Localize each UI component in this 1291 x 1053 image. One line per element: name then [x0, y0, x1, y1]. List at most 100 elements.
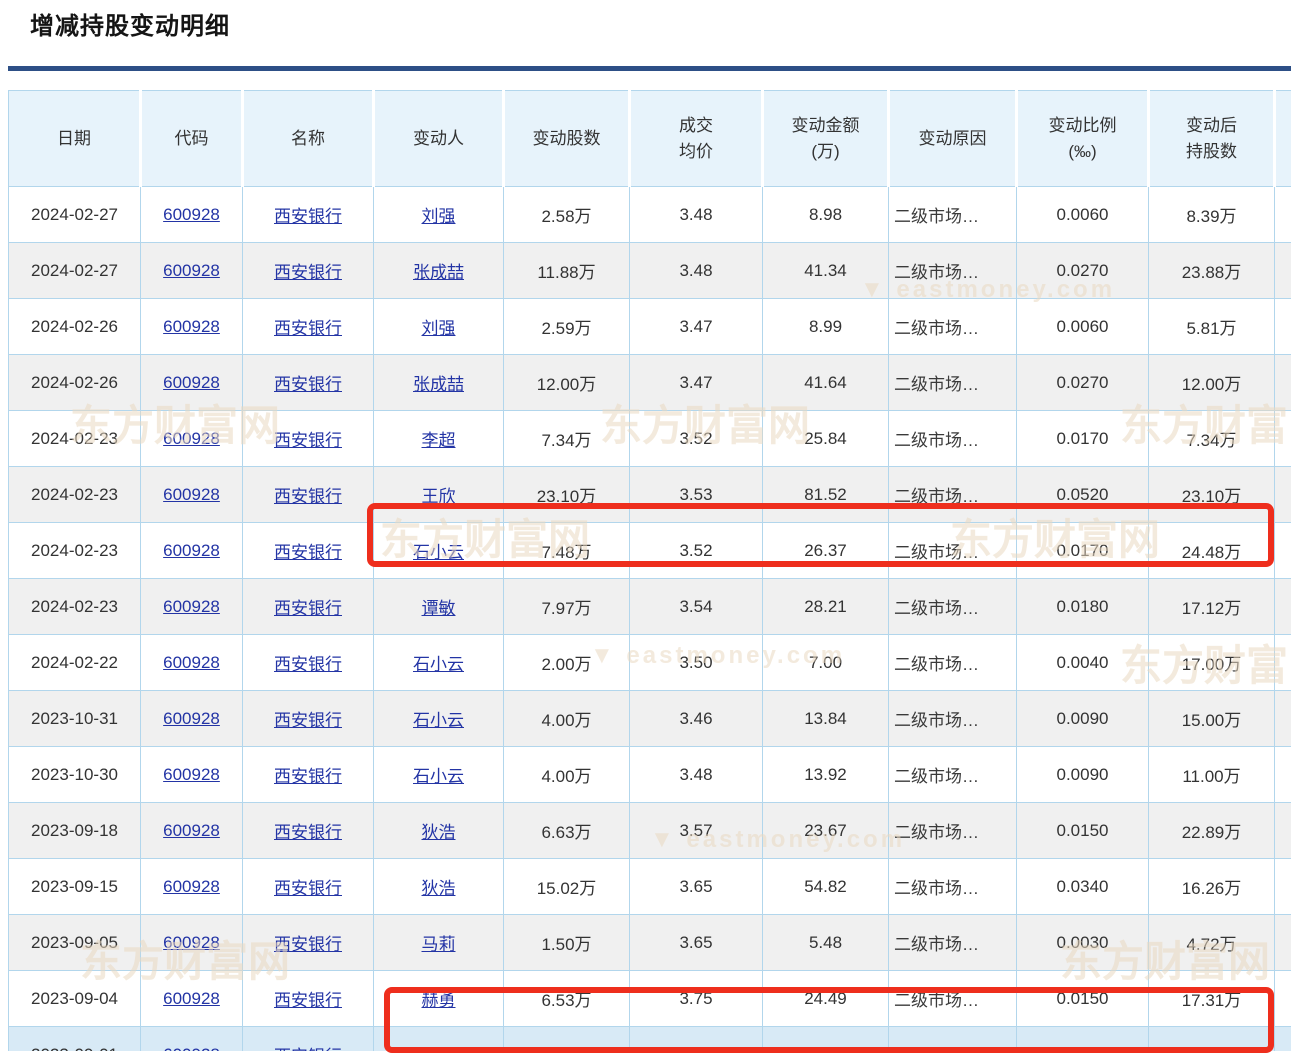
- table-row: 2023-09-18600928西安银行狄浩6.63万3.5723.67二级市场…: [9, 803, 1291, 859]
- cell-price: 3.47: [630, 299, 763, 355]
- name-link[interactable]: 西安银行: [274, 543, 342, 562]
- cell-code: 600928: [141, 579, 243, 635]
- cell-price: 3.57: [630, 803, 763, 859]
- cell-after: 22.89万: [1149, 803, 1275, 859]
- person-link[interactable]: 石小云: [413, 543, 464, 562]
- name-link[interactable]: 西安银行: [274, 1047, 342, 1051]
- name-link[interactable]: 西安银行: [274, 711, 342, 730]
- code-link[interactable]: 600928: [163, 877, 220, 896]
- cell-person: 张成喆: [374, 243, 504, 299]
- person-link[interactable]: 赫勇: [422, 991, 456, 1010]
- column-header-label: 变动金额: [765, 113, 886, 139]
- name-link[interactable]: 西安银行: [274, 319, 342, 338]
- cell-name: 西安银行: [243, 411, 374, 467]
- cell-after: 7.34万: [1149, 411, 1275, 467]
- cell-clip: [1275, 411, 1291, 467]
- cell-code: 600928: [141, 467, 243, 523]
- code-link[interactable]: 600928: [163, 933, 220, 952]
- cell-clip: [1275, 523, 1291, 579]
- cell-code: 600928: [141, 411, 243, 467]
- cell-after: 15.00万: [1149, 691, 1275, 747]
- code-link[interactable]: 600928: [163, 597, 220, 616]
- code-link[interactable]: 600928: [163, 541, 220, 560]
- cell-shares: 7.97万: [504, 579, 630, 635]
- code-link[interactable]: 600928: [163, 1045, 220, 1052]
- cell-code: 600928: [141, 243, 243, 299]
- name-link[interactable]: 西安银行: [274, 823, 342, 842]
- cell-date: 2024-02-27: [9, 187, 141, 243]
- cell-shares: 12.00万: [504, 355, 630, 411]
- cell-ratio: 0.0270: [1017, 355, 1149, 411]
- cell-amount: 54.82: [763, 859, 889, 915]
- person-link[interactable]: 谭敏: [422, 599, 456, 618]
- code-link[interactable]: 600928: [163, 485, 220, 504]
- person-link[interactable]: 狄浩: [422, 879, 456, 898]
- code-link[interactable]: 600928: [163, 765, 220, 784]
- person-link[interactable]: 狄浩: [422, 823, 456, 842]
- person-link[interactable]: 刘强: [422, 207, 456, 226]
- person-link[interactable]: 石小云: [413, 1047, 464, 1051]
- code-link[interactable]: 600928: [163, 261, 220, 280]
- name-link[interactable]: 西安银行: [274, 207, 342, 226]
- name-link[interactable]: 西安银行: [274, 655, 342, 674]
- column-header-clip: [1275, 91, 1291, 187]
- header-row: 日期代码名称变动人变动股数成交均价变动金额(万)变动原因变动比例(‰)变动后持股…: [9, 91, 1291, 187]
- cell-after: 24.48万: [1149, 523, 1275, 579]
- code-link[interactable]: 600928: [163, 989, 220, 1008]
- code-link[interactable]: 600928: [163, 205, 220, 224]
- person-link[interactable]: 王欣: [422, 487, 456, 506]
- page: 增减持股变动明细 日期代码名称变动人变动股数成交均价变动金额(万)变动原因变动比…: [0, 0, 1291, 1053]
- cell-shares: 4.00万: [504, 691, 630, 747]
- name-link[interactable]: 西安银行: [274, 431, 342, 450]
- cell-ratio: 0.0270: [1017, 243, 1149, 299]
- person-link[interactable]: 张成喆: [413, 375, 464, 394]
- code-link[interactable]: 600928: [163, 429, 220, 448]
- code-link[interactable]: 600928: [163, 821, 220, 840]
- cell-code: 600928: [141, 1027, 243, 1052]
- person-link[interactable]: 张成喆: [413, 263, 464, 282]
- cell-ratio: 0.0090: [1017, 691, 1149, 747]
- person-link[interactable]: 石小云: [413, 711, 464, 730]
- cell-clip: [1275, 299, 1291, 355]
- name-link[interactable]: 西安银行: [274, 767, 342, 786]
- cell-date: 2024-02-23: [9, 579, 141, 635]
- code-link[interactable]: 600928: [163, 373, 220, 392]
- cell-amount: 13.92: [763, 747, 889, 803]
- person-link[interactable]: 石小云: [413, 655, 464, 674]
- table-header: 日期代码名称变动人变动股数成交均价变动金额(万)变动原因变动比例(‰)变动后持股…: [9, 91, 1291, 187]
- name-link[interactable]: 西安银行: [274, 487, 342, 506]
- name-link[interactable]: 西安银行: [274, 935, 342, 954]
- column-header-amount: 变动金额(万): [763, 91, 889, 187]
- column-header-label: (‰): [1019, 139, 1146, 165]
- cell-name: 西安银行: [243, 971, 374, 1027]
- cell-after: 5.81万: [1149, 299, 1275, 355]
- code-link[interactable]: 600928: [163, 653, 220, 672]
- person-link[interactable]: 刘强: [422, 319, 456, 338]
- cell-date: 2023-09-05: [9, 915, 141, 971]
- name-link[interactable]: 西安银行: [274, 879, 342, 898]
- cell-code: 600928: [141, 691, 243, 747]
- cell-shares: 4.00万: [504, 747, 630, 803]
- cell-price: 3.75: [630, 971, 763, 1027]
- cell-clip: [1275, 355, 1291, 411]
- name-link[interactable]: 西安银行: [274, 263, 342, 282]
- name-link[interactable]: 西安银行: [274, 599, 342, 618]
- cell-after: 23.88万: [1149, 243, 1275, 299]
- person-link[interactable]: 马莉: [422, 935, 456, 954]
- person-link[interactable]: 李超: [422, 431, 456, 450]
- code-link[interactable]: 600928: [163, 317, 220, 336]
- cell-reason: 二级市场…: [889, 803, 1017, 859]
- cell-person: 石小云: [374, 747, 504, 803]
- cell-person: 谭敏: [374, 579, 504, 635]
- person-link[interactable]: 石小云: [413, 767, 464, 786]
- name-link[interactable]: 西安银行: [274, 375, 342, 394]
- column-header-label: 变动比例: [1019, 113, 1146, 139]
- column-header-person: 变动人: [374, 91, 504, 187]
- table-row: 2024-02-23600928西安银行王欣23.10万3.5381.52二级市…: [9, 467, 1291, 523]
- cell-after: 11.00万: [1149, 747, 1275, 803]
- name-link[interactable]: 西安银行: [274, 991, 342, 1010]
- cell-reason: 二级市场…: [889, 579, 1017, 635]
- cell-price: 3.47: [630, 355, 763, 411]
- code-link[interactable]: 600928: [163, 709, 220, 728]
- cell-price: 3.46: [630, 691, 763, 747]
